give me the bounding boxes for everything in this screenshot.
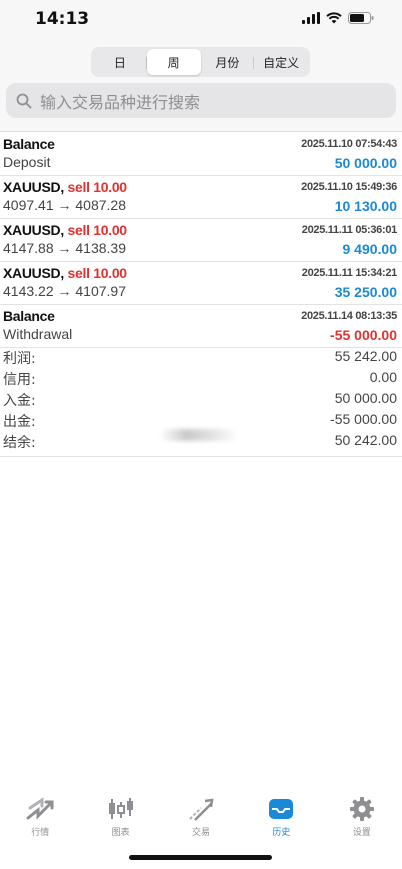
list-item[interactable]: XAUUSD, sell 10.00 4143.22 → 4107.97 202… bbox=[0, 262, 402, 305]
row-title: XAUUSD, sell 10.00 bbox=[3, 179, 127, 195]
battery-icon bbox=[348, 12, 374, 24]
row-symbol: XAUUSD, bbox=[3, 222, 64, 238]
search-placeholder: 输入交易品种进行搜索 bbox=[40, 92, 201, 112]
row-title: Balance bbox=[3, 136, 55, 152]
row-detail: Deposit bbox=[3, 154, 51, 170]
nav-history[interactable]: 历史 bbox=[241, 788, 321, 848]
tab-month-label: 月份 bbox=[215, 55, 240, 70]
tab-custom-label: 自定义 bbox=[263, 55, 300, 70]
status-bar: 14:13 bbox=[0, 0, 402, 40]
row-amount: 35 250.00 bbox=[334, 284, 397, 300]
row-amount: -55 000.00 bbox=[330, 327, 397, 343]
nav-trade-label: 交易 bbox=[192, 828, 211, 838]
list-item[interactable]: XAUUSD, sell 10.00 4147.88 → 4138.39 202… bbox=[0, 219, 402, 262]
summary-value: 0.00 bbox=[369, 369, 397, 385]
summary-value: 55 242.00 bbox=[334, 348, 397, 364]
row-amount: 9 490.00 bbox=[342, 241, 398, 257]
summary-label: 利润: bbox=[3, 351, 36, 367]
row-detail: 4143.22 → 4107.97 bbox=[3, 283, 126, 299]
tab-day-label: 日 bbox=[113, 55, 126, 70]
trade-icon bbox=[189, 798, 214, 821]
status-time: 14:13 bbox=[35, 9, 90, 29]
nav-chart-label: 图表 bbox=[111, 828, 130, 838]
bottom-tab-bar: 行情 图表 交易 历史 设置 bbox=[0, 788, 402, 848]
row-side: sell 10.00 bbox=[67, 222, 128, 238]
row-symbol: Balance bbox=[3, 308, 55, 324]
row-title: Balance bbox=[3, 308, 55, 324]
tab-day[interactable]: 日 bbox=[93, 49, 147, 75]
nav-quotes-label: 行情 bbox=[31, 828, 50, 838]
search-icon bbox=[16, 93, 32, 108]
row-title: XAUUSD, sell 10.00 bbox=[3, 265, 127, 281]
list-item[interactable]: Balance Deposit 2025.11.10 07:54:43 50 0… bbox=[0, 133, 402, 176]
row-amount: 10 130.00 bbox=[334, 198, 397, 214]
nav-trade[interactable]: 交易 bbox=[161, 788, 241, 848]
nav-chart[interactable]: 图表 bbox=[80, 788, 160, 848]
summary-label: 信用: bbox=[3, 372, 36, 388]
row-date: 2025.11.11 05:36:01 bbox=[301, 224, 398, 236]
summary-value: -55 000.00 bbox=[330, 411, 397, 427]
header: 日 周 月份 自定义 输入交易品种进行搜索 bbox=[0, 40, 402, 132]
row-symbol: XAUUSD, bbox=[3, 179, 64, 195]
summary-label: 结余: bbox=[3, 435, 36, 451]
tab-month[interactable]: 月份 bbox=[201, 49, 255, 75]
list-item[interactable]: Balance Withdrawal 2025.11.14 08:13:35 -… bbox=[0, 305, 402, 348]
nav-settings[interactable]: 设置 bbox=[322, 788, 402, 848]
wifi-icon bbox=[326, 12, 342, 24]
row-date: 2025.11.14 08:13:35 bbox=[301, 310, 397, 322]
row-date: 2025.11.10 15:49:36 bbox=[301, 181, 397, 193]
history-list: Balance Deposit 2025.11.10 07:54:43 50 0… bbox=[0, 133, 402, 348]
row-detail: 4147.88 → 4138.39 bbox=[3, 240, 126, 256]
row-detail: Withdrawal bbox=[3, 326, 73, 342]
search-input[interactable]: 输入交易品种进行搜索 bbox=[6, 83, 396, 118]
nav-settings-label: 设置 bbox=[352, 828, 371, 838]
summary-label: 出金: bbox=[3, 414, 36, 430]
row-symbol: XAUUSD, bbox=[3, 265, 64, 281]
tab-custom[interactable]: 自定义 bbox=[254, 49, 308, 75]
row-title: XAUUSD, sell 10.00 bbox=[3, 222, 127, 238]
history-inbox-icon bbox=[269, 799, 294, 819]
gear-icon bbox=[349, 797, 374, 821]
nav-history-label: 历史 bbox=[272, 828, 291, 838]
status-icons bbox=[302, 12, 374, 24]
summary-label: 入金: bbox=[3, 393, 36, 409]
row-symbol: Balance bbox=[3, 136, 55, 152]
summary-value: 50 242.00 bbox=[334, 432, 397, 448]
summary-withdrawal: 出金: -55 000.00 bbox=[0, 409, 402, 430]
list-item[interactable]: XAUUSD, sell 10.00 4097.41 → 4087.28 202… bbox=[0, 176, 402, 219]
row-side: sell 10.00 bbox=[67, 265, 128, 281]
candlestick-chart-icon bbox=[108, 798, 133, 819]
signal-icon bbox=[302, 12, 320, 24]
blurred-watermark bbox=[160, 429, 238, 441]
tab-week-label: 周 bbox=[167, 55, 180, 70]
summary-credit: 信用: 0.00 bbox=[0, 367, 402, 388]
row-detail: 4097.41 → 4087.28 bbox=[3, 197, 126, 213]
tab-week[interactable]: 周 bbox=[146, 49, 201, 75]
row-date: 2025.11.11 15:34:21 bbox=[301, 267, 398, 279]
summary-deposit: 入金: 50 000.00 bbox=[0, 388, 402, 409]
quotes-icon bbox=[26, 797, 54, 820]
summary-profit: 利润: 55 242.00 bbox=[0, 346, 402, 367]
row-date: 2025.11.10 07:54:43 bbox=[301, 138, 397, 150]
home-indicator[interactable] bbox=[129, 855, 272, 860]
nav-quotes[interactable]: 行情 bbox=[0, 788, 80, 848]
period-segmented-control: 日 周 月份 自定义 bbox=[91, 47, 310, 77]
summary-value: 50 000.00 bbox=[334, 390, 397, 406]
row-amount: 50 000.00 bbox=[334, 155, 397, 171]
summary-section: 利润: 55 242.00 信用: 0.00 入金: 50 000.00 出金:… bbox=[0, 346, 402, 457]
row-side: sell 10.00 bbox=[67, 179, 128, 195]
